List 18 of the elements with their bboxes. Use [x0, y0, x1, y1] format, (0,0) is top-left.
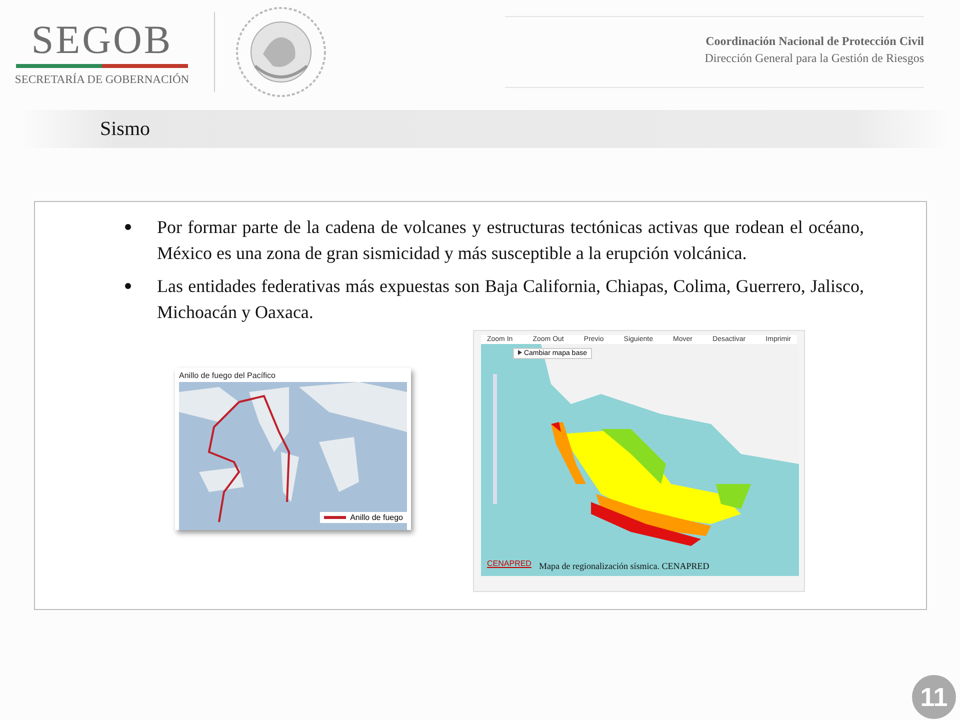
bullet-icon [125, 283, 131, 289]
department-name: Dirección General para la Gestión de Riesgos [704, 50, 924, 67]
legend-label: Anillo de fuego [350, 513, 403, 522]
bullet-icon [125, 224, 131, 230]
tricolor-stripe-icon [16, 64, 188, 68]
page-number: 11 [912, 675, 956, 719]
map-caption: Mapa de regionalización sísmica. CENAPRED [539, 561, 710, 571]
map-title: Anillo de fuego del Pacífico [179, 371, 277, 380]
slide-title: Sismo [100, 118, 150, 140]
organization-name: Coordinación Nacional de Protección Civil [704, 33, 924, 50]
cenapred-logo: CENAPRED [487, 559, 532, 568]
eagle-seal-icon [233, 4, 329, 100]
ministry-name: SECRETARÍA DE GOBERNACIÓN [14, 74, 190, 86]
legend-line-icon [324, 516, 346, 520]
bullet-text: Por formar parte de la cadena de volcanes y estructuras tectónicas activas que rodean el océano, México es una zona de gran sismicidad y más susceptible a la erupción volcánica. [157, 216, 864, 265]
bullet-text: Las entidades federativas más expuestas son Baja California, Chiapas, Colima, Guerrero, Jalisco, Michoacán y Oaxaca. [157, 275, 864, 324]
segob-wordmark: SEGOB [31, 18, 173, 62]
caret-icon [518, 350, 522, 355]
